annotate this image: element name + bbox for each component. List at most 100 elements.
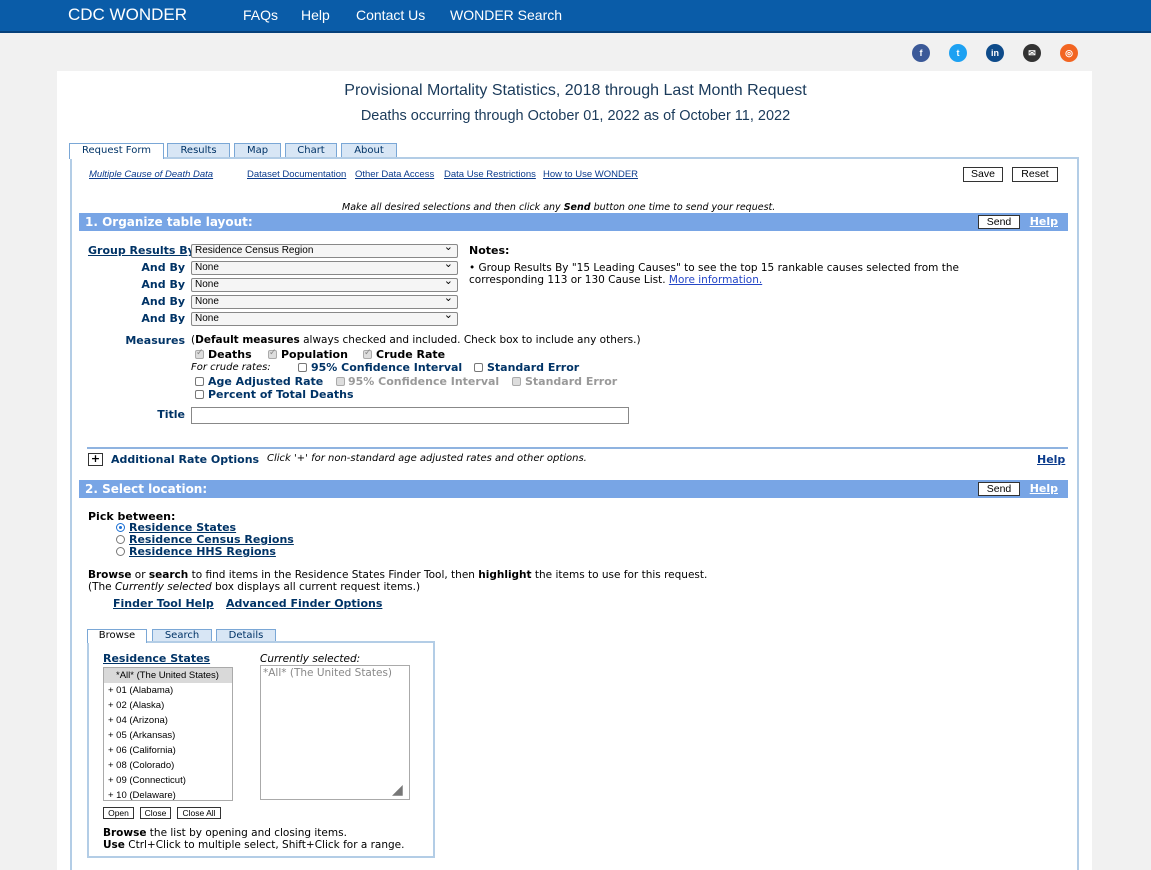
additional-rate-options-label[interactable]: Additional Rate Options xyxy=(111,453,259,466)
facebook-icon[interactable]: f xyxy=(912,44,930,62)
help-link[interactable]: Help xyxy=(1030,480,1058,498)
additional-rate-options-desc: Click '+' for non-standard age adjusted … xyxy=(267,453,587,464)
tab-results[interactable]: Results xyxy=(167,143,230,158)
radio-census-regions[interactable] xyxy=(116,535,125,544)
radio-residence-states[interactable] xyxy=(116,523,125,532)
twitter-icon[interactable]: t xyxy=(949,44,967,62)
open-button[interactable]: Open xyxy=(103,807,134,819)
list-item[interactable]: + 02 (Alaska) xyxy=(104,698,232,713)
nav-faqs[interactable]: FAQs xyxy=(243,7,278,23)
age-adjusted-rate-checkbox[interactable] xyxy=(195,377,204,386)
tab-chart[interactable]: Chart xyxy=(285,143,337,158)
residence-states-list-title[interactable]: Residence States xyxy=(103,652,210,665)
expand-plus-button[interactable]: + xyxy=(88,453,103,466)
browse-instruction: Browse or search to find items in the Re… xyxy=(88,569,708,581)
brand-logo[interactable]: CDC WONDER xyxy=(68,5,187,25)
residence-states-list[interactable]: *All* (The United States) + 01 (Alabama)… xyxy=(103,667,233,801)
percent-total-deaths-label: Percent of Total Deaths xyxy=(208,388,354,401)
send-button[interactable]: Send xyxy=(978,482,1020,496)
currently-selected-label: Currently selected: xyxy=(260,653,361,665)
nav-wonder-search[interactable]: WONDER Search xyxy=(450,7,562,23)
list-item[interactable]: + 09 (Connecticut) xyxy=(104,773,232,788)
list-item[interactable]: + 01 (Alabama) xyxy=(104,683,232,698)
and-by-label: And By xyxy=(141,295,185,308)
help-link[interactable]: Help xyxy=(1030,213,1058,231)
and-by-select-2[interactable]: None xyxy=(191,275,458,292)
page-subtitle: Deaths occurring through October 01, 202… xyxy=(360,108,791,124)
list-item[interactable]: + 08 (Colorado) xyxy=(104,758,232,773)
and-by-label: And By xyxy=(141,312,185,325)
save-button[interactable]: Save xyxy=(963,167,1003,182)
currently-selected-box[interactable]: *All* (The United States) xyxy=(260,665,410,800)
browse-footer-note: Browse the list by opening and closing i… xyxy=(103,827,347,839)
section-1-title: 1. Organize table layout: xyxy=(85,215,253,229)
crude-se-checkbox[interactable] xyxy=(474,363,483,372)
group-results-by-label[interactable]: Group Results By xyxy=(88,244,195,257)
advanced-finder-options-link[interactable]: Advanced Finder Options xyxy=(226,597,382,610)
email-icon[interactable]: ✉ xyxy=(1023,44,1041,62)
and-by-label: And By xyxy=(141,261,185,274)
deaths-label: Deaths xyxy=(208,348,252,361)
use-footer-note: Use Ctrl+Click to multiple select, Shift… xyxy=(103,839,405,851)
age-adjusted-rate-label: Age Adjusted Rate xyxy=(208,375,324,388)
group-results-by-select[interactable]: Residence Census Region xyxy=(191,241,458,258)
divider xyxy=(87,447,1068,449)
population-checkbox xyxy=(268,348,277,359)
list-item[interactable]: + 04 (Arizona) xyxy=(104,713,232,728)
title-label: Title xyxy=(157,408,185,421)
nav-help[interactable]: Help xyxy=(301,7,330,23)
percent-total-deaths-checkbox[interactable] xyxy=(195,390,204,399)
currently-selected-note: (The Currently selected box displays all… xyxy=(88,581,421,593)
crude-ci-checkbox[interactable] xyxy=(298,363,307,372)
and-by-select-1[interactable]: None xyxy=(191,258,458,275)
close-all-button[interactable]: Close All xyxy=(177,807,221,819)
tab-map[interactable]: Map xyxy=(234,143,281,158)
list-item[interactable]: *All* (The United States) xyxy=(104,668,232,683)
finder-tool-help-link[interactable]: Finder Tool Help xyxy=(113,597,214,610)
section-1-header: 1. Organize table layout: Send Help xyxy=(79,213,1068,231)
population-label: Population xyxy=(281,348,348,361)
title-input[interactable] xyxy=(191,407,629,424)
link-other-data-access[interactable]: Other Data Access xyxy=(355,169,434,180)
deaths-checkbox xyxy=(195,348,204,359)
list-item[interactable]: + 06 (California) xyxy=(104,743,232,758)
notes-label: Notes: xyxy=(469,244,510,257)
close-button[interactable]: Close xyxy=(140,807,171,819)
send-button[interactable]: Send xyxy=(978,215,1020,229)
link-dataset-documentation[interactable]: Dataset Documentation xyxy=(247,169,346,180)
and-by-select-3[interactable]: None xyxy=(191,292,458,309)
option-hhs-regions[interactable]: Residence HHS Regions xyxy=(129,545,276,558)
top-navigation-bar: CDC WONDER FAQs Help Contact Us WONDER S… xyxy=(0,0,1151,33)
age-se-label: Standard Error xyxy=(525,375,618,388)
link-multiple-cause[interactable]: Multiple Cause of Death Data xyxy=(89,169,213,180)
measures-description: (Default measures always checked and inc… xyxy=(191,334,641,346)
radio-hhs-regions[interactable] xyxy=(116,547,125,556)
and-by-label: And By xyxy=(141,278,185,291)
linkedin-icon[interactable]: in xyxy=(986,44,1004,62)
and-by-select-4[interactable]: None xyxy=(191,309,458,326)
age-ci-checkbox xyxy=(336,377,345,386)
list-item[interactable]: + 10 (Delaware) xyxy=(104,788,232,800)
notes-text: • Group Results By "15 Leading Causes" t… xyxy=(469,262,959,286)
section-2-header: 2. Select location: Send Help xyxy=(79,480,1068,498)
link-how-to-use[interactable]: How to Use WONDER xyxy=(543,169,638,180)
age-ci-label: 95% Confidence Interval xyxy=(348,375,500,388)
list-item[interactable]: + 05 (Arkansas) xyxy=(104,728,232,743)
measures-label: Measures xyxy=(125,334,185,347)
crude-rate-checkbox xyxy=(363,348,372,359)
more-information-link[interactable]: More information. xyxy=(669,274,762,286)
tab-about[interactable]: About xyxy=(341,143,397,158)
page-title: Provisional Mortality Statistics, 2018 t… xyxy=(344,82,807,99)
additional-help-link[interactable]: Help xyxy=(1037,453,1065,466)
resize-handle-icon[interactable]: ◢ xyxy=(392,782,403,798)
instruction-text: Make all desired selections and then cli… xyxy=(342,202,776,213)
tab-request-form[interactable]: Request Form xyxy=(69,143,164,159)
for-crude-rates-label: For crude rates: xyxy=(191,362,271,373)
age-se-checkbox xyxy=(512,377,521,386)
link-data-use-restrictions[interactable]: Data Use Restrictions xyxy=(444,169,536,180)
reset-button[interactable]: Reset xyxy=(1012,167,1058,182)
rss-icon[interactable]: ◎ xyxy=(1060,44,1078,62)
crude-se-label: Standard Error xyxy=(487,361,580,374)
tab-browse[interactable]: Browse xyxy=(87,629,147,643)
nav-contact-us[interactable]: Contact Us xyxy=(356,7,425,23)
